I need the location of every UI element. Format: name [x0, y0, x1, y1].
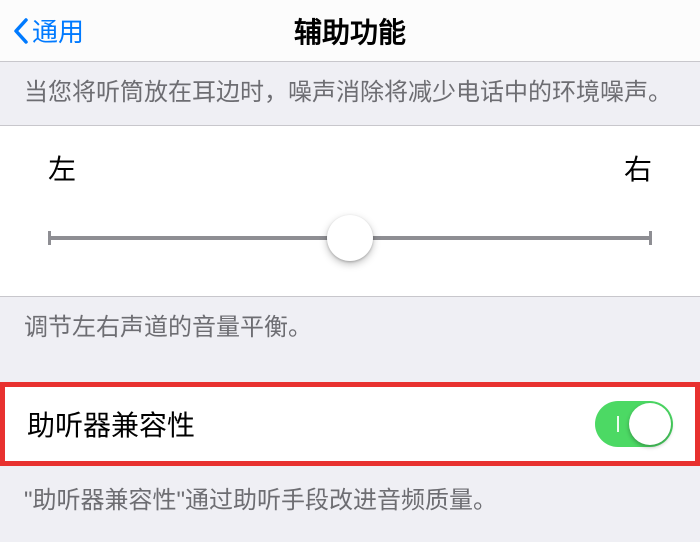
balance-right-label: 右	[624, 148, 652, 188]
slider-knob[interactable]	[327, 215, 373, 261]
back-button[interactable]: 通用	[0, 12, 84, 49]
balance-left-label: 左	[48, 148, 76, 188]
hearing-aid-highlight: 助听器兼容性	[0, 382, 700, 466]
noise-cancellation-description: 当您将听筒放在耳边时，噪声消除将减少电话中的环境噪声。	[0, 62, 700, 125]
navigation-bar: 通用 辅助功能	[0, 0, 700, 62]
hearing-aid-label: 助听器兼容性	[27, 404, 195, 444]
toggle-on-indicator	[617, 416, 619, 432]
audio-balance-slider[interactable]	[48, 216, 652, 260]
slider-tick-right	[649, 231, 652, 245]
hearing-aid-compatibility-row: 助听器兼容性	[5, 387, 695, 461]
chevron-left-icon	[12, 17, 30, 45]
hearing-aid-toggle[interactable]	[595, 401, 673, 447]
hearing-aid-description: "助听器兼容性"通过助听手段改进音频质量。	[0, 466, 700, 515]
page-title: 辅助功能	[294, 11, 406, 51]
balance-labels: 左 右	[48, 148, 652, 188]
back-label: 通用	[32, 12, 84, 49]
balance-description: 调节左右声道的音量平衡。	[0, 297, 700, 360]
slider-tick-left	[48, 231, 51, 245]
toggle-knob	[629, 403, 671, 445]
audio-balance-section: 左 右	[0, 125, 700, 297]
